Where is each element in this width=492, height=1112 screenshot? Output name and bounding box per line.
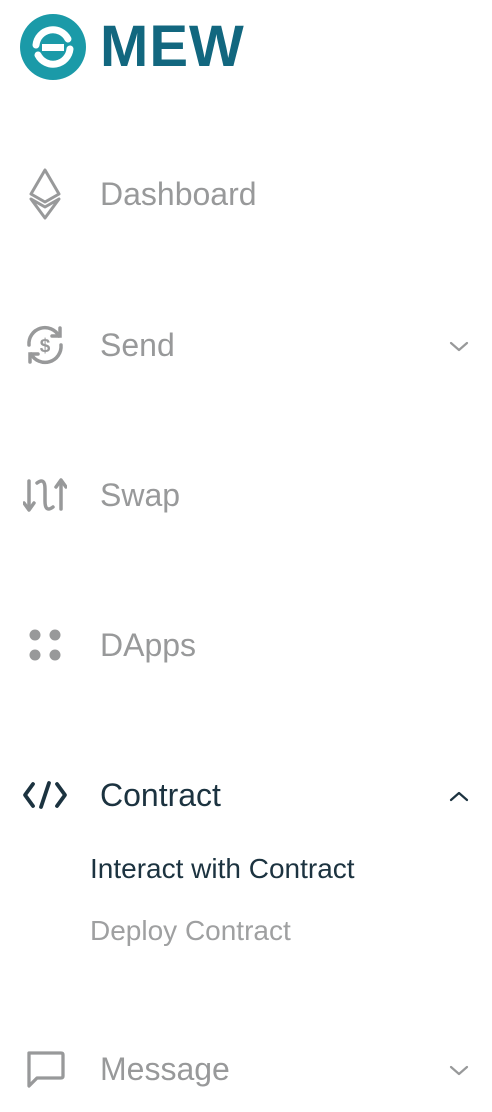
svg-text:$: $ <box>40 336 51 357</box>
chevron-down-icon[interactable] <box>448 1059 470 1081</box>
nav-contract-label: Contract <box>100 776 221 813</box>
nav-message-label: Message <box>100 1050 230 1087</box>
nav-dapps[interactable]: DApps <box>0 615 492 675</box>
nav-send-label: Send <box>100 326 175 363</box>
brand-name: MEW <box>100 14 245 79</box>
dots-grid-icon <box>22 622 68 668</box>
nav-swap[interactable]: Swap <box>0 465 492 525</box>
sub-item-deploy-contract[interactable]: Deploy Contract <box>90 915 291 947</box>
chevron-up-icon[interactable] <box>448 785 470 807</box>
nav-dashboard[interactable]: Dashboard <box>0 164 492 224</box>
sub-item-interact-contract[interactable]: Interact with Contract <box>90 853 355 885</box>
nav-message[interactable]: Message <box>0 1039 492 1099</box>
swap-arrows-icon <box>22 472 68 518</box>
ethereum-icon <box>22 168 68 220</box>
code-icon <box>22 772 68 818</box>
nav-contract[interactable]: Contract <box>0 765 492 825</box>
mew-logo[interactable]: MEW <box>20 14 245 80</box>
nav-swap-label: Swap <box>100 476 181 513</box>
mew-logo-icon <box>20 14 86 80</box>
dollar-cycle-icon: $ <box>22 322 68 368</box>
chevron-down-icon[interactable] <box>448 335 470 357</box>
nav-send[interactable]: $ Send <box>0 315 492 375</box>
nav-dashboard-label: Dashboard <box>100 175 257 212</box>
chat-bubble-icon <box>22 1046 68 1092</box>
nav-dapps-label: DApps <box>100 626 197 663</box>
